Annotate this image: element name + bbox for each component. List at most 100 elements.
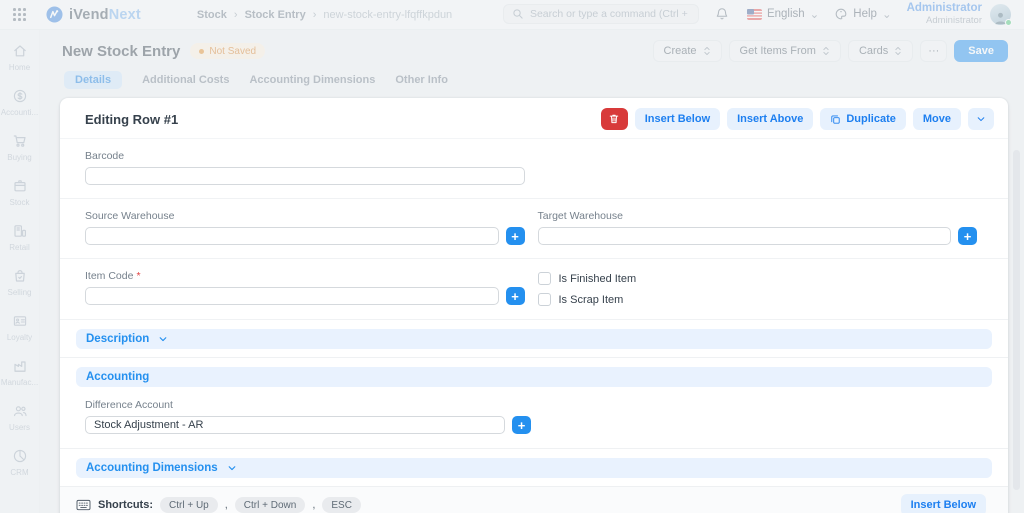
sidebar-item-users[interactable]: Users [0,403,39,448]
language-selector[interactable]: English ⌄ [746,7,820,22]
difference-account-add-button[interactable]: + [512,416,531,434]
is-finished-item-label: Is Finished Item [558,272,637,285]
kbd-ctrl-down: Ctrl + Down [234,497,306,513]
target-warehouse-add-button[interactable]: + [958,227,977,245]
difference-account-input[interactable] [85,416,505,434]
user-name: Administrator [906,2,982,15]
section-accounting-dimensions[interactable]: Accounting Dimensions [76,458,992,478]
is-scrap-item-checkbox-row[interactable]: Is Scrap Item [537,293,978,306]
sidebar-item-label: Manufac... [0,378,39,387]
sidebar-item-label: CRM [10,468,29,477]
barcode-input[interactable] [85,167,525,185]
insert-above-button[interactable]: Insert Above [727,108,814,130]
select-arrows-icon [703,46,710,56]
sidebar-item-label: Accounti... [0,108,39,117]
theme-palette-icon [834,7,848,21]
navbar-right: English ⌄ Help ⌄ Administrator Administr… [502,2,1012,26]
header-buttons: Create Get Items From Cards ··· Save [652,40,1008,62]
global-search[interactable] [502,4,699,25]
tab-details[interactable]: Details [64,71,123,89]
keyboard-icon [76,499,91,510]
logo-mark-icon [46,6,63,23]
tab-additional-costs[interactable]: Additional Costs [142,74,229,86]
section-description[interactable]: Description [76,329,992,349]
chevron-down-icon: ⌄ [809,9,820,22]
accounting-dollar-icon [13,89,26,103]
select-arrows-icon [823,46,829,56]
page-header: New Stock Entry Not Saved Create Get Ite… [40,30,1024,65]
sidebar-item-accounting[interactable]: Accounti... [0,88,39,133]
sidebar-item-home[interactable]: Home [0,43,39,88]
checkbox-icon[interactable] [537,272,551,285]
user-avatar[interactable] [990,3,1012,26]
breadcrumb-item[interactable]: Stock [197,9,227,21]
tab-accounting-dimensions[interactable]: Accounting Dimensions [249,74,375,86]
help-menu[interactable]: Help ⌄ [834,7,892,21]
module-sidebar: Home Accounti... Buying Stock Retail Sel… [0,30,40,513]
cards-button[interactable]: Cards [847,40,914,62]
duplicate-button[interactable]: Duplicate [820,108,906,130]
shortcuts-label: Shortcuts: [98,499,153,511]
users-icon [13,406,27,417]
row-editor-header: Editing Row #1 Insert Below Insert Above… [60,98,1008,139]
more-menu-button[interactable]: ··· [920,40,948,62]
breadcrumb-item[interactable]: Stock Entry [245,9,306,21]
notifications-bell-icon[interactable] [715,7,729,21]
apps-grid-icon[interactable] [13,8,26,21]
insert-below-button[interactable]: Insert Below [634,108,721,130]
scrollbar[interactable] [1013,150,1020,490]
sidebar-item-loyalty[interactable]: Loyalty [0,313,39,358]
search-input[interactable] [529,8,690,21]
sidebar-item-label: Buying [7,153,32,162]
pos-terminal-icon [13,225,26,237]
sidebar-item-buying[interactable]: Buying [0,133,39,178]
pie-chart-icon [13,449,26,463]
difference-account-section: Difference Account + [60,395,1008,448]
sidebar-item-selling[interactable]: Selling [0,268,39,313]
difference-account-label: Difference Account [85,399,173,411]
item-code-add-button[interactable]: + [505,287,525,305]
save-button[interactable]: Save [954,40,1008,62]
language-label: English [766,8,805,21]
search-icon [512,8,524,20]
ellipsis-icon: ··· [928,45,940,57]
sidebar-item-manufacturing[interactable]: Manufac... [0,358,39,403]
sidebar-item-label: Loyalty [6,333,33,342]
is-finished-item-checkbox-row[interactable]: Is Finished Item [537,272,978,285]
move-button[interactable]: Move [912,108,961,130]
sidebar-item-crm[interactable]: CRM [0,448,39,493]
breadcrumb: Stock › Stock Entry › new-stock-entry-lf… [197,9,452,21]
app-window: iVendNext Stock › Stock Entry › new-stoc… [0,0,1024,513]
sidebar-item-label: Selling [7,288,32,297]
item-code-section: Item Code * + Is Finished Item Is Scrap … [60,259,1008,320]
user-menu[interactable]: Administrator Administrator [907,2,982,26]
sidebar-item-retail[interactable]: Retail [0,223,39,268]
source-warehouse-input[interactable] [85,227,499,245]
shortcuts-hint: Shortcuts: Ctrl + Up , Ctrl + Down , ESC [76,497,361,513]
row-editor-title: Editing Row #1 [85,111,179,127]
item-code-input[interactable] [85,287,499,305]
sidebar-item-label: Home [8,63,31,72]
delete-row-button[interactable] [600,108,628,130]
sidebar-item-stock[interactable]: Stock [0,178,39,223]
tab-other-info[interactable]: Other Info [395,74,448,86]
brand-logo[interactable]: iVendNext [46,6,141,23]
plus-icon: + [963,228,972,244]
loyalty-card-icon [13,316,26,326]
box-icon [13,180,26,192]
user-role: Administrator [926,14,982,26]
comma-separator: , [312,499,316,511]
status-dot-icon [199,48,205,54]
create-button[interactable]: Create [652,40,722,62]
kbd-ctrl-up: Ctrl + Up [160,497,218,513]
footer-insert-below-button[interactable]: Insert Below [900,494,986,513]
select-arrows-icon [895,46,901,56]
section-accounting[interactable]: Accounting [76,367,992,387]
help-label: Help [853,8,877,21]
source-warehouse-add-button[interactable]: + [505,227,525,245]
target-warehouse-input[interactable] [537,227,951,245]
checkbox-icon[interactable] [537,293,551,306]
get-items-from-button[interactable]: Get Items From [728,40,841,62]
collapse-row-button[interactable] [968,108,994,130]
item-code-label: Item Code * [85,270,141,282]
